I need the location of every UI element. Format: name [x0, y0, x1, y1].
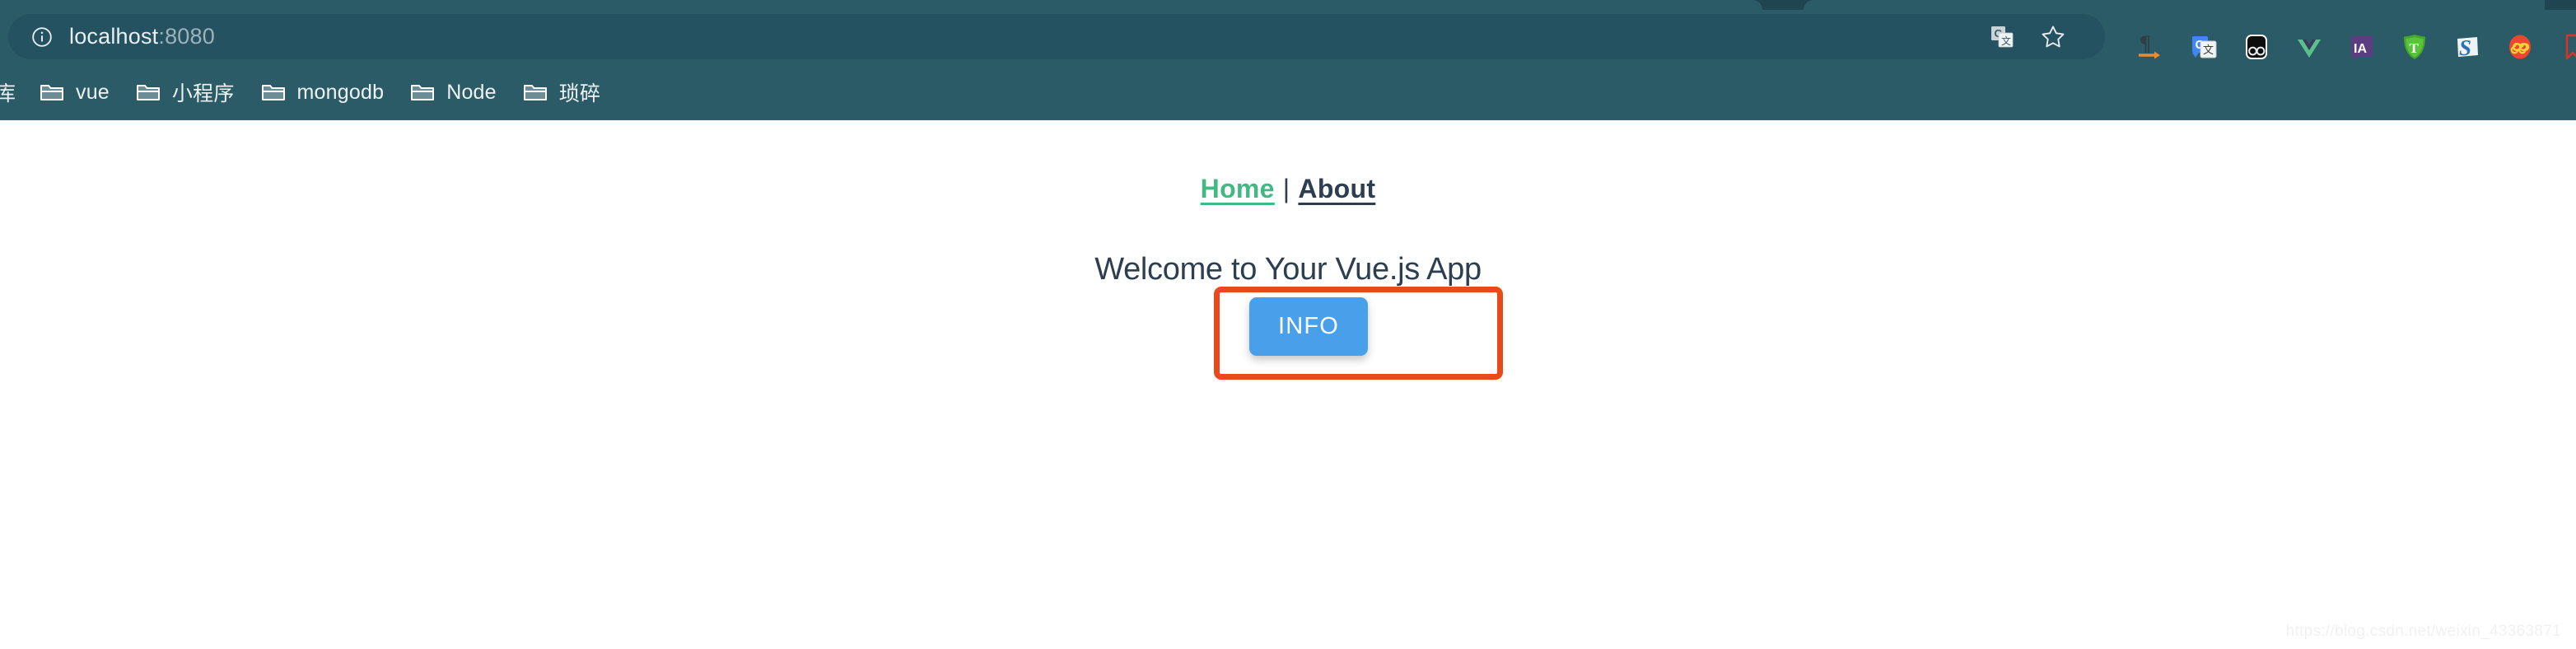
nav-link-home[interactable]: Home: [1201, 174, 1275, 203]
svg-text:文: 文: [2001, 35, 2011, 47]
bookmark-label: Node: [446, 80, 497, 104]
google-translate-icon[interactable]: G 文: [1988, 23, 2016, 51]
adjacent-tab[interactable]: [1804, 0, 2545, 10]
bookmark-item-mongodb[interactable]: mongodb: [248, 76, 398, 110]
bookmarks-bar: 库 vue 小程序 mongodb Node 琐碎: [0, 64, 2576, 120]
info-button[interactable]: INFO: [1249, 297, 1368, 356]
svg-text:S: S: [2459, 35, 2471, 60]
bookmark-label: 小程序: [171, 82, 235, 105]
folder-icon: [136, 82, 161, 102]
bookmark-label: 琐碎: [558, 82, 601, 105]
watermark: https://blog.csdn.net/weixin_43363871: [2285, 623, 2561, 640]
bookmark-item-miniprogram[interactable]: 小程序: [123, 72, 248, 112]
bookmark-label: vue: [76, 80, 110, 104]
address-bar[interactable]: localhost:8080 G 文: [8, 14, 2105, 59]
browser-toolbar: localhost:8080 G 文 ¶ G 文 IA T S: [0, 10, 2576, 64]
bookmark-label: mongodb: [296, 80, 385, 104]
nav-separator: |: [1282, 174, 1290, 203]
folder-icon: [261, 82, 286, 102]
svg-text:文: 文: [2203, 44, 2214, 56]
nav-link-about[interactable]: About: [1298, 174, 1375, 203]
svg-text:IA: IA: [2354, 42, 2367, 56]
bookmark-clipped-label[interactable]: 库: [0, 77, 18, 107]
folder-icon: [523, 82, 548, 102]
url-port: :8080: [158, 24, 215, 49]
bookmark-item-misc[interactable]: 琐碎: [510, 72, 614, 112]
url-text[interactable]: localhost:8080: [69, 24, 215, 49]
app-nav: Home | About: [0, 174, 2576, 204]
star-icon[interactable]: [2039, 23, 2067, 51]
browser-window: localhost:8080 G 文 ¶ G 文 IA T S 库 vue 小程…: [0, 0, 2576, 649]
url-host: localhost: [69, 24, 159, 49]
bookmark-item-vue[interactable]: vue: [26, 76, 123, 110]
omnibox-actions: G 文: [1988, 23, 2105, 51]
svg-text:T: T: [2410, 40, 2420, 56]
folder-icon: [410, 82, 435, 102]
browser-chrome: localhost:8080 G 文 ¶ G 文 IA T S 库 vue 小程…: [0, 0, 2576, 120]
info-circle-icon[interactable]: [31, 26, 53, 48]
page-title: Welcome to Your Vue.js App: [1094, 252, 1482, 287]
page-viewport: Home | About Welcome to Your Vue.js App IN…: [0, 120, 2576, 649]
svg-text:¶: ¶: [2140, 31, 2151, 55]
tab-strip: [0, 0, 2576, 10]
active-tab[interactable]: [0, 0, 1762, 10]
folder-icon: [40, 82, 64, 102]
bookmark-item-node[interactable]: Node: [397, 76, 510, 110]
